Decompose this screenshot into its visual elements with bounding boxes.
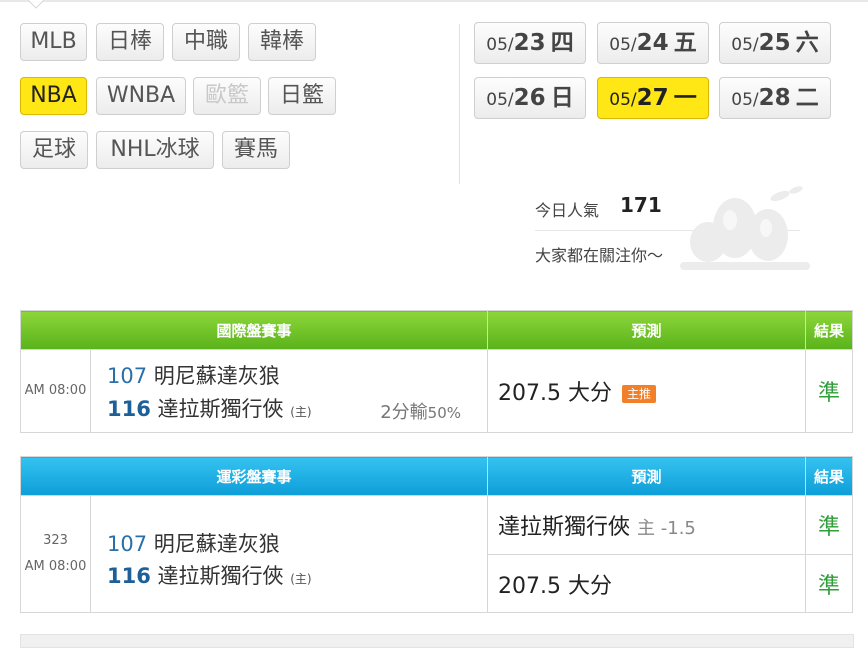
intl-game-row[interactable]: AM 08:00 107 明尼蘇達灰狼 116 達拉斯獨行俠 (主) 2分輸50… (20, 349, 854, 433)
date-weekday: 二 (795, 85, 819, 111)
league-jpn-baseball[interactable]: 日棒 (96, 23, 164, 61)
result-hit: 準 (818, 515, 841, 540)
away-team-name: 明尼蘇達灰狼 (153, 532, 280, 556)
prediction-text: 207.5 大分 (498, 381, 612, 406)
sports-game-row[interactable]: 323 AM 08:00 107 明尼蘇達灰狼 116 達拉斯獨行俠 (主) 達… (20, 495, 854, 613)
loss-note-pct: 50% (427, 404, 462, 422)
date-day: 27 (636, 85, 669, 111)
home-score: 116 (107, 564, 151, 588)
away-team-line: 107 明尼蘇達灰狼 (107, 360, 280, 390)
sports-lottery-table: 運彩盤賽事 預測 結果 323 AM 08:00 107 明尼蘇達灰狼 116 … (19, 456, 854, 613)
date-0523[interactable]: 05/23 四 (474, 22, 586, 64)
intl-game-time: AM 08:00 (20, 349, 91, 433)
game-time: AM 08:00 (24, 559, 87, 574)
popularity-count: 171 (620, 193, 662, 217)
date-weekday: 五 (673, 30, 697, 56)
date-month: 05/ (731, 90, 759, 110)
away-score: 107 (107, 532, 148, 556)
intl-prediction-header: 預測 (487, 310, 807, 350)
sports-game-time: 323 AM 08:00 (20, 495, 91, 613)
league-jpn-basketball[interactable]: 日籃 (268, 77, 336, 115)
date-month: 05/ (486, 35, 514, 55)
intl-header-row: 國際盤賽事 預測 結果 (19, 310, 854, 350)
next-section-edge (20, 634, 854, 648)
league-cpbl[interactable]: 中職 (172, 23, 240, 61)
home-team-name: 達拉斯獨行俠 (157, 564, 284, 588)
date-weekday: 六 (795, 30, 819, 56)
date-weekday: 日 (550, 85, 574, 111)
featured-badge: 主推 (622, 385, 657, 403)
sports-prediction-total: 207.5 大分 (487, 554, 807, 613)
league-kbo[interactable]: 韓棒 (248, 23, 316, 61)
league-nhl[interactable]: NHL冰球 (96, 131, 214, 169)
league-soccer[interactable]: 足球 (20, 131, 88, 169)
intl-prediction-cell: 207.5 大分 主推 (487, 349, 807, 433)
popularity-label: 今日人氣 (535, 201, 600, 220)
home-team-name: 達拉斯獨行俠 (157, 397, 284, 421)
prediction-team: 達拉斯獨行俠 (498, 515, 631, 540)
date-weekday: 一 (673, 85, 697, 111)
loss-note-text: 2分輸 (380, 402, 428, 423)
result-hit: 準 (818, 381, 841, 406)
top-panel: MLB 日棒 中職 韓棒 NBA WNBA 歐籃 日籃 足球 NHL冰球 賽馬 … (0, 0, 868, 300)
sports-teams-cell: 107 明尼蘇達灰狼 116 達拉斯獨行俠 (主) (89, 495, 489, 613)
sports-prediction-spread: 達拉斯獨行俠 主 -1.5 (487, 495, 807, 555)
intl-teams-cell: 107 明尼蘇達灰狼 116 達拉斯獨行俠 (主) 2分輸50% (89, 349, 489, 433)
date-0528[interactable]: 05/28 二 (719, 77, 831, 119)
away-team-name: 明尼蘇達灰狼 (153, 364, 280, 388)
intl-result-header: 結果 (805, 310, 854, 350)
date-month: 05/ (731, 35, 759, 55)
date-weekday: 四 (550, 30, 574, 56)
league-wnba[interactable]: WNBA (96, 77, 186, 115)
league-mlb[interactable]: MLB (20, 23, 87, 61)
date-month: 05/ (486, 90, 514, 110)
sports-header-row: 運彩盤賽事 預測 結果 (19, 456, 854, 496)
game-time: AM 08:00 (24, 383, 87, 398)
away-team-line: 107 明尼蘇達灰狼 (107, 528, 280, 558)
date-day: 25 (758, 30, 791, 56)
game-number: 323 (43, 533, 68, 548)
result-hit: 準 (818, 573, 841, 599)
popularity-message: 大家都在關注你〜 (535, 246, 664, 265)
date-month: 05/ (609, 90, 637, 110)
sports-match-header: 運彩盤賽事 (19, 456, 489, 496)
prediction-text: 207.5 大分 (498, 573, 612, 599)
home-tag: (主) (290, 405, 312, 419)
spread-loss-note: 2分輸50% (380, 398, 461, 424)
vertical-divider (459, 24, 460, 184)
date-0527[interactable]: 05/27 一 (597, 77, 709, 119)
panel-notch (28, 0, 44, 9)
date-0525[interactable]: 05/25 六 (719, 22, 831, 64)
home-score: 116 (107, 397, 151, 421)
intl-odds-table: 國際盤賽事 預測 結果 AM 08:00 107 明尼蘇達灰狼 116 達拉斯獨… (19, 310, 854, 433)
sports-prediction-header: 預測 (487, 456, 807, 496)
home-team-line: 116 達拉斯獨行俠 (主) (107, 560, 312, 590)
sports-result-header: 結果 (805, 456, 854, 496)
date-month: 05/ (609, 35, 637, 55)
home-tag: (主) (290, 572, 312, 586)
prediction-handicap: 主 -1.5 (637, 518, 696, 539)
top-border (0, 0, 868, 2)
mascot-watermark-icon (680, 186, 810, 270)
sports-result-total: 準 (805, 554, 854, 613)
date-0526[interactable]: 05/26 日 (474, 77, 586, 119)
date-0524[interactable]: 05/24 五 (597, 22, 709, 64)
sports-result-spread: 準 (805, 495, 854, 555)
date-day: 26 (513, 85, 546, 111)
league-nba[interactable]: NBA (20, 77, 87, 115)
date-day: 24 (636, 30, 669, 56)
date-day: 23 (513, 30, 546, 56)
away-score: 107 (107, 364, 148, 388)
date-day: 28 (758, 85, 791, 111)
intl-match-header: 國際盤賽事 (19, 310, 489, 350)
league-horse-racing[interactable]: 賽馬 (222, 131, 290, 169)
home-team-line: 116 達拉斯獨行俠 (主) (107, 393, 312, 423)
league-euro-basketball: 歐籃 (193, 77, 261, 115)
intl-result-cell: 準 (805, 349, 854, 433)
